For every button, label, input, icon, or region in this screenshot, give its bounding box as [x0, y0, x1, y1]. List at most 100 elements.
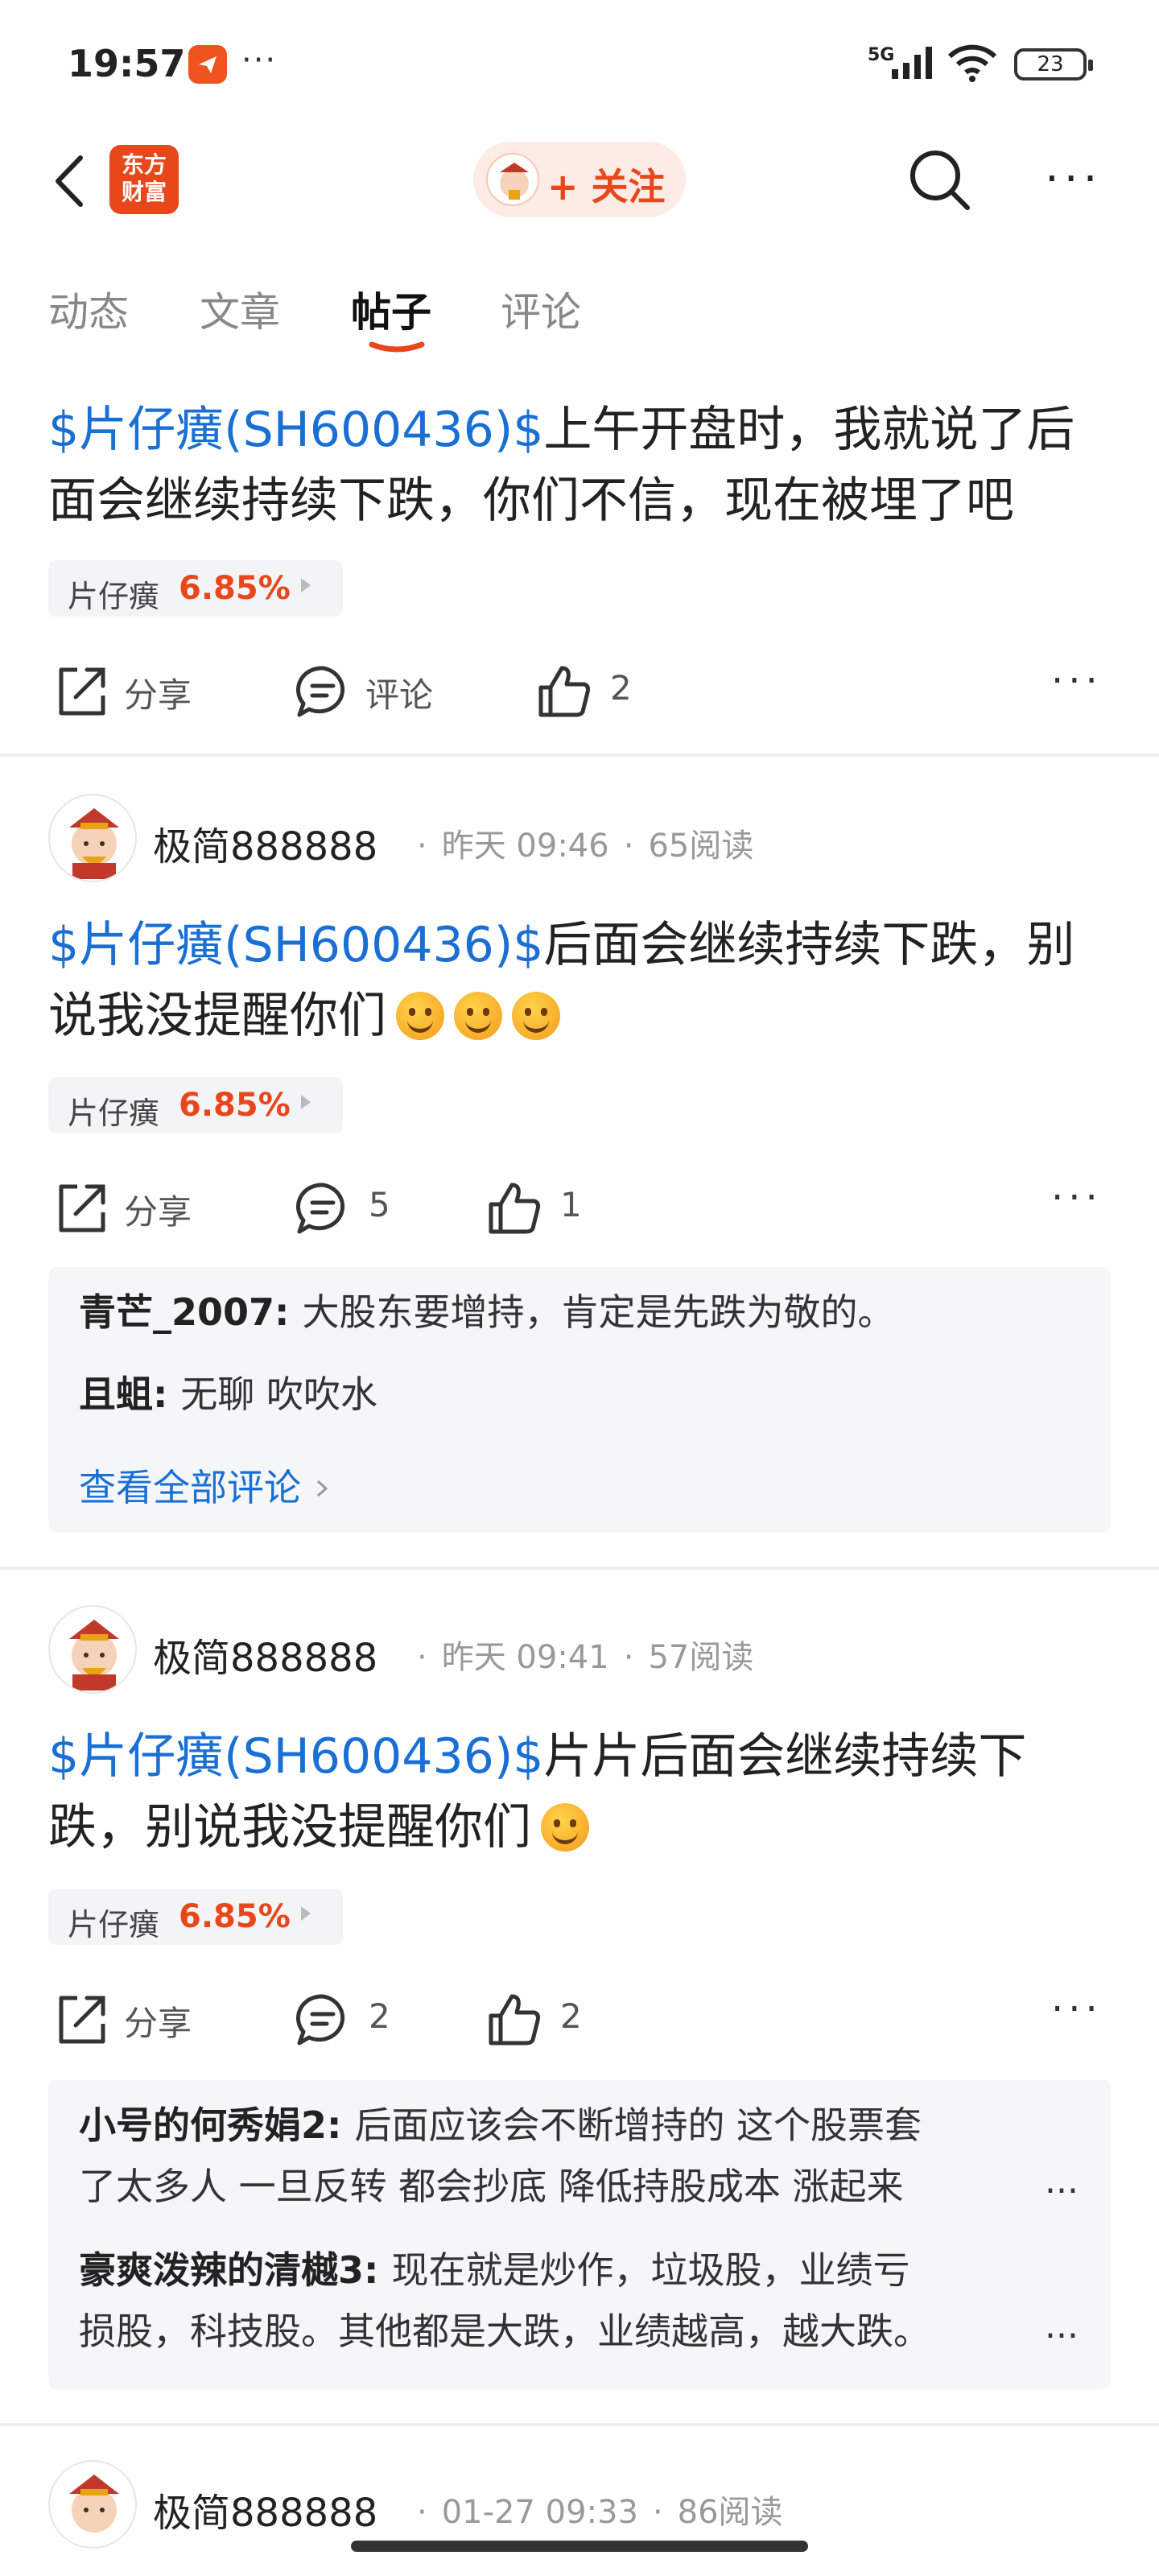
- notification-app-icon: [188, 45, 227, 84]
- comment-item[interactable]: 青芒_2007: 大股东要增持，肯定是先跌为敬的。: [79, 1282, 1077, 1343]
- smile-emoji-icon: [396, 992, 444, 1040]
- stock-tag-name: 片仔癀: [68, 1907, 160, 1942]
- stock-tag-name: 片仔癀: [68, 1096, 160, 1131]
- comment-user[interactable]: 且蛆: [79, 1373, 153, 1416]
- wifi-icon: [947, 44, 997, 82]
- comment-text-line2: 损股，科技股。其他都是大跌，业绩越高，越大跌。: [79, 2310, 930, 2353]
- comment-item[interactable]: 且蛆: 无聊 吹吹水: [79, 1364, 1077, 1425]
- stock-tag[interactable]: 片仔癀 6.85%: [48, 1889, 343, 1945]
- like-icon: [538, 666, 590, 717]
- divider: [0, 2423, 1159, 2426]
- like-icon: [489, 1994, 540, 2046]
- post-actions: 分享 5 1 ···: [0, 1172, 1159, 1236]
- post-time: 昨天 09:41: [441, 1639, 609, 1676]
- comment-text: 大股东要增持，肯定是先跌为敬的。: [302, 1290, 895, 1334]
- comment-item[interactable]: 小号的何秀娟2: 后面应该会不断增持的 这个股票套 了太多人 一旦反转 都会抄底…: [79, 2095, 1077, 2217]
- stock-tag-change: 6.85%: [179, 1087, 291, 1124]
- comment-count: 5: [369, 1185, 390, 1224]
- stock-link[interactable]: $片仔癀(SH600436)$: [48, 917, 543, 973]
- post-meta: · 昨天 09:41 · 57阅读: [417, 1639, 754, 1676]
- post-content[interactable]: $片仔癀(SH600436)$后面会继续持续下跌，别说我没提醒你们: [48, 910, 1119, 1051]
- comment-icon: [296, 1994, 345, 2046]
- stock-tag-change: 6.85%: [179, 570, 291, 607]
- battery-indicator: 23: [1014, 48, 1093, 80]
- search-icon[interactable]: [906, 147, 974, 214]
- tab-posts[interactable]: 帖子: [351, 280, 431, 338]
- chevron-right-icon: [301, 1906, 311, 1921]
- more-icon[interactable]: ···: [1051, 1987, 1103, 2032]
- ellipsis-icon: ...: [1045, 2306, 1079, 2347]
- ellipsis-icon: ...: [1045, 2161, 1079, 2202]
- stock-tag-name: 片仔癀: [68, 579, 160, 614]
- post-meta: · 昨天 09:46 · 65阅读: [417, 828, 754, 865]
- post-actions: 分享 评论 2 ···: [0, 655, 1159, 720]
- more-icon[interactable]: ···: [1051, 1175, 1103, 1220]
- divider: [0, 1567, 1159, 1570]
- status-more-dots: ···: [241, 42, 278, 79]
- home-indicator[interactable]: [351, 2541, 808, 2552]
- like-icon: [489, 1183, 540, 1234]
- avatar[interactable]: [48, 794, 137, 882]
- smile-emoji-icon: [512, 992, 560, 1040]
- smile-emoji-icon: [541, 1803, 589, 1852]
- comment-text-line2: 了太多人 一旦反转 都会抄底 降低持股成本 涨起来: [79, 2165, 904, 2208]
- smile-emoji-icon: [454, 992, 502, 1040]
- post-time: 昨天 09:46: [441, 828, 609, 865]
- follow-button[interactable]: + 关注: [473, 142, 686, 217]
- view-all-label: 查看全部评论: [79, 1466, 301, 1509]
- comment-user[interactable]: 青芒_2007: [79, 1290, 274, 1334]
- stock-link[interactable]: $片仔癀(SH600436)$: [48, 402, 543, 458]
- post-meta: · 01-27 09:33 · 86阅读: [417, 2494, 783, 2531]
- post-actions: 分享 2 2 ···: [0, 1984, 1159, 2048]
- share-label: 分享: [124, 675, 192, 715]
- avatar[interactable]: [48, 1605, 137, 1694]
- author-name[interactable]: 极简888888: [153, 815, 377, 871]
- comment-user[interactable]: 小号的何秀娟2: [79, 2103, 327, 2147]
- comment-text: 无聊 吹吹水: [180, 1373, 378, 1416]
- chevron-right-icon: [301, 1095, 311, 1109]
- post-header: 极简888888 · 昨天 09:41 · 57阅读: [48, 1605, 1111, 1694]
- share-icon: [59, 667, 105, 716]
- avatar: [486, 153, 539, 206]
- author-name[interactable]: 极简888888: [153, 1626, 377, 1682]
- share-label: 分享: [124, 1192, 192, 1232]
- post-header: 极简888888 · 01-27 09:33 · 86阅读: [48, 2460, 1111, 2549]
- share-label: 分享: [124, 2004, 192, 2043]
- share-icon: [59, 1996, 105, 2044]
- comment-text-line1: 现在就是炒作，垃圾股，业绩亏: [391, 2248, 910, 2292]
- author-name[interactable]: 极简888888: [153, 2481, 377, 2537]
- content-tabs: 动态 文章 帖子 评论: [0, 266, 1159, 362]
- stock-link[interactable]: $片仔癀(SH600436)$: [48, 1728, 543, 1785]
- divider: [0, 753, 1159, 757]
- share-icon: [59, 1184, 105, 1232]
- post-time: 01-27 09:33: [441, 2494, 638, 2531]
- stock-tag[interactable]: 片仔癀 6.85%: [48, 1077, 343, 1133]
- stock-tag[interactable]: 片仔癀 6.85%: [48, 560, 343, 617]
- status-bar: 19:57 ··· 5G 23: [0, 0, 1159, 129]
- more-icon[interactable]: ···: [1051, 658, 1103, 704]
- comment-icon: [296, 666, 345, 717]
- comment-user[interactable]: 豪爽泼辣的清樾3: [79, 2248, 364, 2292]
- comment-label: 评论: [365, 675, 434, 715]
- back-icon[interactable]: [48, 153, 97, 209]
- profile-header: 东方 财富 + 关注 ···: [0, 129, 1159, 233]
- comment-preview: 青芒_2007: 大股东要增持，肯定是先跌为敬的。 且蛆: 无聊 吹吹水 查看全…: [48, 1267, 1111, 1533]
- post-header: 极简888888 · 昨天 09:46 · 65阅读: [48, 794, 1111, 882]
- tab-articles[interactable]: 文章: [200, 280, 280, 338]
- post-content[interactable]: $片仔癀(SH600436)$片片后面会继续持续下跌，别说我没提醒你们: [48, 1721, 1119, 1863]
- chevron-right-icon: [316, 1480, 328, 1497]
- read-count: 86阅读: [677, 2494, 783, 2531]
- view-all-comments-link[interactable]: 查看全部评论: [79, 1459, 332, 1512]
- tab-comments[interactable]: 评论: [501, 280, 581, 338]
- stock-tag-change: 6.85%: [179, 1898, 291, 1935]
- post-content[interactable]: $片仔癀(SH600436)$上午开盘时，我就说了后面会继续持续下跌，你们不信，…: [48, 394, 1119, 536]
- app-logo: 东方 财富: [109, 145, 179, 214]
- comment-icon: [296, 1183, 345, 1234]
- avatar[interactable]: [48, 2460, 137, 2549]
- status-time: 19:57: [68, 42, 186, 85]
- chevron-right-icon: [301, 578, 311, 592]
- more-icon[interactable]: ···: [1045, 153, 1102, 205]
- comment-item[interactable]: 豪爽泼辣的清樾3: 现在就是炒作，垃圾股，业绩亏 损股，科技股。其他都是大跌，业…: [79, 2240, 1077, 2362]
- tab-dynamics[interactable]: 动态: [48, 280, 129, 338]
- comment-text-line1: 后面应该会不断增持的 这个股票套: [354, 2103, 922, 2147]
